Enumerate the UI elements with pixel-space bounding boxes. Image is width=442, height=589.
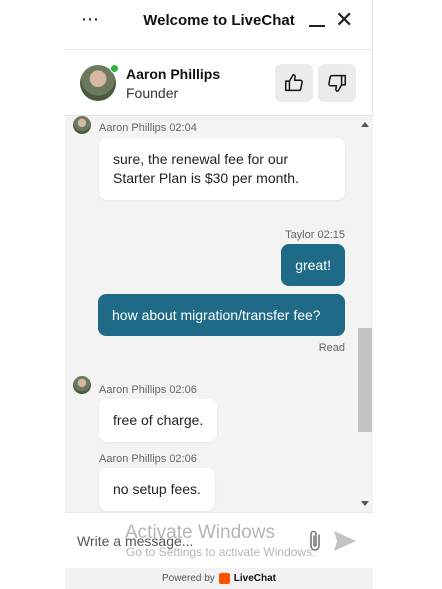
livechat-logo-icon [218, 573, 230, 584]
minimize-icon[interactable] [308, 12, 326, 30]
close-icon[interactable]: ✕ [335, 9, 353, 31]
send-icon[interactable] [333, 530, 357, 552]
brand-name: LiveChat [233, 573, 277, 584]
powered-by-label: Powered by [161, 573, 215, 584]
paperclip-icon[interactable] [305, 529, 325, 553]
agent-message-bubble: no setup fees. [99, 468, 215, 511]
message-list[interactable]: Aaron Phillips 02:04 sure, the renewal f… [65, 116, 357, 512]
powered-by-footer[interactable]: Powered by LiveChat [65, 568, 373, 589]
agent-role: Founder [126, 85, 179, 101]
rate-bad-button[interactable] [318, 64, 356, 102]
rate-good-button[interactable] [275, 64, 313, 102]
message-meta: Aaron Phillips 02:06 [99, 384, 197, 396]
thumbs-up-icon [285, 74, 303, 92]
visitor-message-bubble: how about migration/transfer fee? [98, 294, 345, 336]
scrollbar[interactable] [357, 116, 373, 512]
message-composer [65, 512, 373, 568]
agent-avatar-small [73, 116, 91, 134]
message-meta: Aaron Phillips 02:04 [99, 122, 197, 134]
chat-widget: ⋯ Welcome to LiveChat ✕ Aaron Phillips F… [65, 0, 373, 589]
message-input[interactable] [77, 529, 297, 553]
agent-header: Aaron Phillips Founder [65, 50, 373, 116]
agent-message-bubble: free of charge. [99, 399, 218, 442]
chat-title: Welcome to LiveChat [143, 12, 295, 29]
agent-avatar-small [73, 376, 91, 394]
scroll-up-arrow-icon[interactable] [361, 122, 369, 127]
scrollbar-thumb[interactable] [358, 328, 372, 432]
message-meta: Taylor 02:15 [285, 229, 345, 241]
message-meta: Aaron Phillips 02:06 [99, 453, 197, 465]
visitor-message-bubble: great! [281, 244, 345, 286]
agent-name: Aaron Phillips [126, 66, 221, 82]
scroll-down-arrow-icon[interactable] [361, 501, 369, 506]
online-status-icon [110, 64, 119, 73]
read-receipt: Read [318, 342, 345, 354]
thumbs-down-icon [328, 74, 346, 92]
agent-message-bubble: sure, the renewal fee for our Starter Pl… [99, 138, 345, 200]
title-bar: ⋯ Welcome to LiveChat ✕ [65, 0, 373, 44]
